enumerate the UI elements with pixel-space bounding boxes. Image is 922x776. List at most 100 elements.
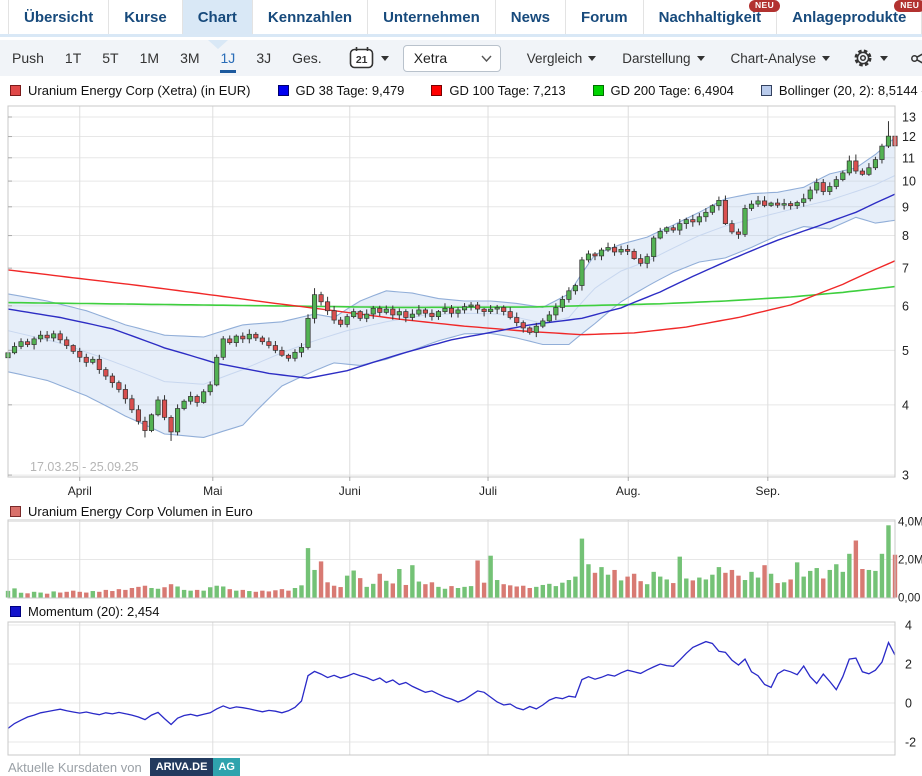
candle	[606, 247, 610, 250]
chart-toolbar: Push 1T 5T 1M 3M 1J 3J Ges. 21 Xetra Vergleich…	[0, 40, 922, 76]
tab-nachhaltigkeit[interactable]: NachhaltigkeitNEU	[644, 0, 778, 34]
tab-label: Forum	[581, 9, 628, 26]
candle	[156, 400, 160, 415]
candle	[769, 203, 773, 205]
tab-anlageprodukte[interactable]: AnlageprodukteNEU	[777, 0, 922, 34]
push-toggle[interactable]: Push	[12, 50, 44, 66]
candle	[136, 410, 140, 421]
candle	[299, 347, 303, 352]
tab-kurse[interactable]: Kurse	[109, 0, 183, 34]
volume-bar	[130, 588, 134, 598]
range-3j[interactable]: 3J	[256, 50, 271, 66]
exchange-select-value: Xetra	[414, 50, 447, 66]
range-1m[interactable]: 1M	[140, 50, 159, 66]
brand-logo[interactable]: ARIVA.DE AG	[150, 758, 240, 776]
svg-text:10: 10	[902, 175, 916, 189]
candle	[221, 339, 225, 357]
candle	[430, 313, 434, 316]
candle	[104, 370, 108, 376]
candle	[736, 232, 740, 234]
tab-label: Kurse	[124, 9, 167, 26]
gear-icon	[852, 47, 874, 69]
volume-bar	[501, 584, 505, 597]
range-1t[interactable]: 1T	[65, 50, 81, 66]
chart-canvas[interactable]: 345678910111213AprilMaiJuniJuliAug.Sep.0…	[0, 0, 922, 776]
volume-bar	[12, 588, 16, 597]
svg-text:2,0M: 2,0M	[898, 555, 922, 567]
candle	[749, 204, 753, 208]
volume-bar	[423, 584, 427, 597]
candle	[717, 200, 721, 205]
tab-chart[interactable]: Chart	[183, 0, 253, 34]
candle	[143, 421, 147, 430]
svg-text:2: 2	[905, 658, 912, 672]
tab-news[interactable]: News	[496, 0, 566, 34]
tab-forum[interactable]: Forum	[566, 0, 644, 34]
brand-name: ARIVA.DE	[150, 758, 214, 776]
nav-tabs: Übersicht Kurse ChartKennzahlenUnternehmen…	[0, 0, 922, 37]
svg-text:0: 0	[905, 697, 912, 711]
svg-text:Aug.: Aug.	[616, 484, 641, 498]
tab-uebersicht[interactable]: Übersicht	[8, 0, 109, 34]
candle	[332, 311, 336, 320]
candle	[391, 309, 395, 315]
candle	[91, 359, 95, 362]
new-badge: NEU	[749, 0, 780, 12]
calendar-button[interactable]: 21	[349, 46, 389, 70]
svg-text:5: 5	[902, 344, 909, 358]
volume-bar	[64, 592, 68, 598]
candle	[84, 357, 88, 362]
volume-bar	[743, 580, 747, 597]
candle	[280, 350, 284, 355]
settings-button[interactable]	[852, 47, 888, 69]
volume-bar	[567, 580, 571, 597]
volume-bar	[534, 587, 538, 598]
volume-bar	[593, 573, 597, 598]
toolbar-left-group: Push 1T 5T 1M 3M 1J 3J Ges. 21 Xetra	[12, 45, 501, 72]
volume-bar	[762, 565, 766, 597]
momentum-line	[8, 642, 895, 729]
volume-bar	[678, 557, 682, 598]
range-5t[interactable]: 5T	[102, 50, 118, 66]
exchange-select[interactable]: Xetra	[403, 45, 501, 72]
candle	[508, 312, 512, 318]
range-1j[interactable]: 1J	[221, 50, 236, 66]
volume-bar	[182, 590, 186, 598]
menu-darstellung[interactable]: Darstellung	[622, 51, 704, 66]
candle	[475, 305, 479, 309]
chevron-down-icon	[822, 56, 830, 61]
range-ges[interactable]: Ges.	[292, 50, 322, 66]
candle	[51, 334, 55, 338]
candle	[410, 314, 414, 317]
menu-chartanalyse[interactable]: Chart-Analyse	[731, 51, 831, 66]
candle	[241, 336, 245, 339]
candle	[482, 309, 486, 311]
menu-vergleich[interactable]: Vergleich	[527, 51, 597, 66]
candle	[834, 180, 838, 187]
date-range-label: 17.03.25 - 25.09.25	[30, 460, 138, 474]
volume-bar	[358, 578, 362, 597]
candle	[691, 220, 695, 222]
volume-bar	[749, 572, 753, 598]
indicators-button[interactable]	[910, 49, 922, 68]
svg-text:April: April	[68, 484, 92, 498]
volume-bar	[371, 584, 375, 598]
volume-bar	[665, 579, 669, 597]
candle	[260, 338, 264, 342]
candle	[795, 202, 799, 205]
candle	[64, 340, 68, 346]
candle	[560, 299, 564, 307]
volume-bar	[541, 585, 545, 598]
candle	[645, 257, 649, 264]
svg-text:13: 13	[902, 111, 916, 125]
range-3m[interactable]: 3M	[180, 50, 199, 66]
candle	[541, 321, 545, 326]
volume-bar	[515, 586, 519, 597]
page: Übersicht Kurse ChartKennzahlenUnternehmen…	[0, 0, 922, 776]
tab-unternehmen[interactable]: Unternehmen	[368, 0, 496, 34]
candle	[782, 204, 786, 206]
legend-label: GD 200 Tage: 6,4904	[611, 83, 734, 98]
volume-bar	[91, 591, 95, 597]
tab-kennzahlen[interactable]: Kennzahlen	[253, 0, 368, 34]
candle	[828, 187, 832, 192]
